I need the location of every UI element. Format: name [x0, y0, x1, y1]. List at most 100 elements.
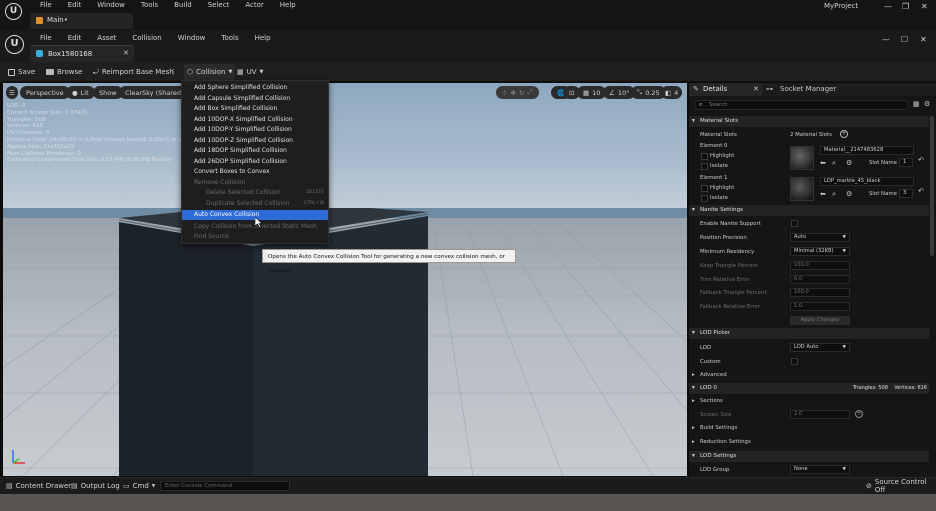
menu-item-add-26dop[interactable]: Add 26DOP Simplified Collision [182, 157, 328, 167]
viewport[interactable]: ☰ Perspective ● Lit Show ClearSky (Share… [3, 83, 687, 476]
tab-asset[interactable]: Box1580168 ✕ [30, 45, 134, 62]
perspective-button[interactable]: Perspective [20, 86, 70, 99]
tab-main[interactable]: Main• [30, 13, 133, 29]
slot-name-input[interactable]: 3 [899, 189, 913, 198]
lod-group-select[interactable]: None ▼ [790, 465, 850, 474]
material-thumbnail[interactable] [790, 177, 814, 201]
editor-close-icon[interactable]: ✕ [920, 35, 927, 44]
source-control-button[interactable]: ⊘ Source Control Off [866, 478, 936, 494]
menu-build[interactable]: Build [166, 1, 200, 10]
material-options-icon[interactable]: ⚙ [846, 159, 852, 167]
menu-item-add-10dop-x[interactable]: Add 10DOP-X Simplified Collision [182, 115, 328, 125]
editor-maximize-icon[interactable]: ☐ [901, 35, 908, 44]
editor-menu-file[interactable]: File [32, 34, 60, 43]
lod-select[interactable]: LOD Auto ▼ [790, 343, 850, 352]
table-view-icon[interactable]: ▦ [913, 100, 920, 108]
settings-icon[interactable]: ⚙ [924, 100, 930, 108]
menu-item-add-10dop-y[interactable]: Add 10DOP-Y Simplified Collision [182, 125, 328, 135]
unreal-logo-icon[interactable]: U [5, 35, 24, 54]
browse-folder-icon[interactable]: ⌕ [832, 159, 836, 168]
more-options-icon[interactable]: ⋮ [170, 62, 177, 82]
viewport-options-button[interactable]: ☰ [6, 86, 18, 99]
camera-speed-button[interactable]: ◧ 4 [661, 86, 683, 99]
browse-folder-icon[interactable]: ⌕ [832, 190, 836, 199]
custom-checkbox[interactable] [791, 358, 798, 365]
move-icon[interactable]: ✥ [510, 89, 515, 97]
section-lod-picker[interactable]: ▾ LOD Picker [689, 328, 929, 339]
highlight-checkbox[interactable] [701, 185, 708, 192]
position-precision-select[interactable]: Auto ▼ [790, 233, 850, 242]
editor-minimize-icon[interactable]: — [882, 35, 890, 44]
save-button[interactable]: Save [8, 62, 35, 82]
highlight-checkbox[interactable] [701, 153, 708, 160]
editor-menu-edit[interactable]: Edit [60, 34, 90, 43]
isolate-checkbox[interactable] [701, 195, 708, 202]
uv-dropdown[interactable]: ▦ UV ▼ [237, 62, 263, 82]
browse-arrow-icon[interactable]: ⬅ [820, 190, 826, 198]
build-settings-toggle[interactable]: ▸ Build Settings [692, 425, 737, 431]
menu-help[interactable]: Help [272, 1, 304, 10]
material-options-icon[interactable]: ⚙ [846, 190, 852, 198]
add-slot-icon[interactable]: + [840, 130, 848, 138]
minimize-icon[interactable]: — [884, 2, 892, 11]
reimport-button[interactable]: ⤾ Reimport Base Mesh [93, 62, 174, 82]
tab-details[interactable]: ✎ Details ✕ [689, 83, 762, 96]
section-nanite[interactable]: ▾ Nanite Settings [689, 205, 929, 216]
fallback-triangle-input[interactable]: 100.0 [790, 288, 850, 297]
section-lod-settings[interactable]: ▾ LOD Settings [689, 451, 929, 462]
menu-item-add-sphere[interactable]: Add Sphere Simplified Collision [182, 83, 328, 93]
cmd-dropdown[interactable]: ▭ Cmd ▼ [123, 478, 155, 494]
section-material-slots[interactable]: ▾ Material Slots [689, 116, 929, 127]
apply-changes-button[interactable]: Apply Changes [790, 316, 850, 325]
menu-window[interactable]: Window [89, 1, 133, 10]
material-picker[interactable]: Material__2147483628 [820, 146, 914, 155]
section-lod0[interactable]: ▾ LOD 0 Triangles: 508 Vertices: 616 [689, 383, 929, 394]
menu-select[interactable]: Select [200, 1, 238, 10]
screen-size-input[interactable]: 2.0 [790, 410, 850, 419]
fallback-relative-input[interactable]: 1.0 [790, 302, 850, 311]
menu-file[interactable]: File [32, 1, 60, 10]
menu-item-add-18dop[interactable]: Add 18DOP Simplified Collision [182, 146, 328, 156]
enable-nanite-checkbox[interactable] [791, 220, 798, 227]
transform-tools[interactable]: ⊹ ✥ ↻ ⤢ [496, 86, 539, 99]
menu-item-add-box[interactable]: Add Box Simplified Collision [182, 104, 328, 114]
advanced-toggle[interactable]: ▸ Advanced [692, 372, 727, 378]
reset-icon[interactable]: ↶ [918, 187, 924, 195]
reset-icon[interactable]: ↶ [918, 156, 924, 164]
editor-menu-help[interactable]: Help [247, 34, 279, 43]
slot-name-input[interactable]: 1 [899, 158, 913, 167]
menu-tools[interactable]: Tools [133, 1, 166, 10]
tab-close-icon[interactable]: ✕ [753, 85, 759, 93]
lit-button[interactable]: ● Lit [66, 86, 95, 99]
menu-item-add-capsule[interactable]: Add Capsule Simplified Collision [182, 94, 328, 104]
add-icon[interactable]: + [855, 410, 863, 418]
menu-edit[interactable]: Edit [60, 1, 90, 10]
menu-actor[interactable]: Actor [237, 1, 271, 10]
close-icon[interactable]: ✕ [921, 2, 928, 11]
menu-item-add-10dop-z[interactable]: Add 10DOP-Z Simplified Collision [182, 136, 328, 146]
editor-menu-tools[interactable]: Tools [213, 34, 246, 43]
reduction-settings-toggle[interactable]: ▸ Reduction Settings [692, 439, 751, 445]
browse-arrow-icon[interactable]: ⬅ [820, 159, 826, 167]
console-input[interactable]: Enter Console Command [160, 481, 290, 491]
rotate-icon[interactable]: ↻ [519, 89, 524, 97]
maximize-icon[interactable]: ❐ [902, 2, 909, 11]
content-drawer-button[interactable]: ▤ Content Drawer [6, 478, 71, 494]
select-icon[interactable]: ⊹ [502, 89, 507, 97]
editor-menu-collision[interactable]: Collision [124, 34, 169, 43]
browse-button[interactable]: Browse [46, 62, 83, 82]
tab-close-icon[interactable]: ✕ [123, 49, 129, 57]
material-picker[interactable]: LDP_marble_45_black [820, 177, 914, 186]
material-thumbnail[interactable] [790, 146, 814, 170]
trim-relative-input[interactable]: 0.0 [790, 275, 850, 284]
output-log-button[interactable]: ▤ Output Log [71, 478, 120, 494]
min-residency-select[interactable]: Minimal (32KB) ▼ [790, 247, 850, 256]
search-input[interactable]: ⌕ Search [694, 100, 909, 110]
collision-dropdown[interactable]: ⬡ Collision ▼ [184, 64, 236, 80]
scrollbar[interactable] [930, 116, 934, 256]
editor-menu-window[interactable]: Window [170, 34, 214, 43]
editor-menu-asset[interactable]: Asset [89, 34, 124, 43]
isolate-checkbox[interactable] [701, 163, 708, 170]
keep-triangle-input[interactable]: 100.0 [790, 261, 850, 270]
sections-toggle[interactable]: ▸ Sections [692, 398, 723, 404]
